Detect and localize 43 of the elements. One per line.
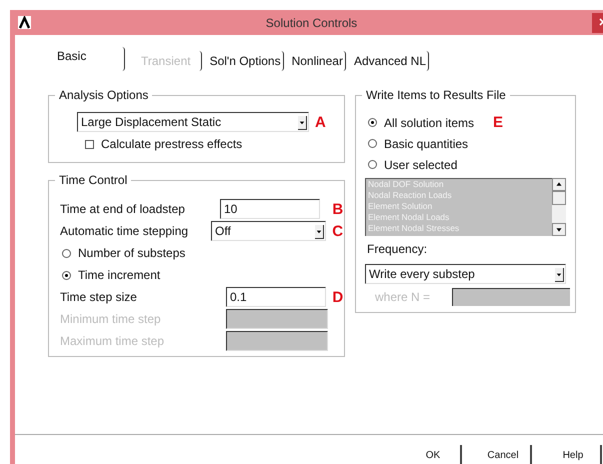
radio-label: User selected	[384, 156, 458, 174]
field-label: Maximum time step	[60, 333, 166, 350]
window-title: Solution Controls	[264, 14, 358, 32]
where-n-label: where N =	[375, 289, 432, 306]
input-field[interactable]	[226, 309, 328, 329]
tab[interactable]: Basic	[53, 47, 125, 71]
scroll-down-icon[interactable]	[552, 223, 566, 236]
input-field[interactable]	[452, 288, 570, 306]
field-label: Time at end of loadstep	[60, 201, 186, 218]
radio-label: Number of substeps	[78, 245, 186, 262]
tab[interactable]: Sol'n Options	[208, 51, 284, 71]
annotation-letter: B	[332, 202, 344, 216]
annotation-letter: C	[332, 224, 344, 238]
scrollbar[interactable]	[552, 178, 566, 236]
radio-button[interactable]	[368, 118, 377, 127]
field-label: Minimum time step	[60, 311, 162, 328]
checkbox-label: Calculate prestress effects	[101, 136, 242, 153]
input-field[interactable]: 10	[220, 199, 320, 219]
radio-label: Time increment	[78, 267, 160, 284]
radio-button[interactable]	[62, 270, 71, 280]
annotation-letter: D	[332, 290, 344, 304]
radio-button[interactable]	[368, 160, 377, 169]
tab[interactable]: Nonlinear	[290, 51, 346, 71]
annotation-letter: A	[315, 114, 327, 130]
checkbox[interactable]	[85, 140, 94, 148]
scroll-thumb[interactable]	[552, 191, 566, 205]
analysis-type-dropdown[interactable]: Large Displacement Static	[77, 112, 309, 132]
input-field[interactable]	[226, 331, 328, 351]
radio-label: Basic quantities	[384, 136, 468, 152]
field-label: Time step size	[60, 289, 138, 306]
input-field[interactable]: 0.1	[226, 287, 326, 307]
group-title: Analysis Options	[55, 87, 152, 103]
app-logo-icon	[18, 16, 31, 29]
radio-label: All solution items	[384, 114, 474, 132]
scroll-up-icon[interactable]	[552, 178, 566, 191]
annotation-letter: E	[493, 114, 504, 130]
field-label: Automatic time stepping	[60, 223, 190, 240]
frequency-dropdown[interactable]: Write every substep	[365, 264, 566, 284]
frequency-label: Frequency:	[367, 241, 428, 258]
radio-button[interactable]	[368, 139, 377, 148]
time-stepping-dropdown[interactable]: Off	[211, 221, 326, 241]
tab[interactable]: Advanced NL	[352, 51, 429, 71]
radio-button[interactable]	[62, 248, 71, 258]
